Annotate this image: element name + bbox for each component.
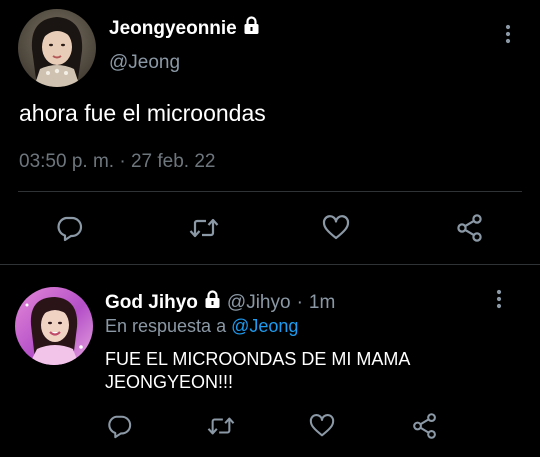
like-icon [322,215,350,240]
tweet-timestamp[interactable]: 03:50 p. m. · 27 feb. 22 [19,151,215,173]
display-name[interactable]: Jeongyeonnie [109,16,260,41]
share-button[interactable] [454,212,486,244]
reply-context-label: En respuesta a [105,316,227,336]
share-icon [413,413,436,439]
avatar[interactable] [15,287,93,365]
reply-button[interactable] [53,212,85,244]
tweet-thread: Jeongyeonnie @Jeong ahora fue el microon… [0,0,540,457]
retweet-icon [189,218,219,238]
user-handle[interactable]: @Jeong [109,52,180,74]
retweet-icon [207,417,235,435]
display-name[interactable]: God Jihyo [105,292,198,314]
reply-context: En respuesta a @Jeong [105,316,298,337]
like-button[interactable] [306,410,338,442]
reply-icon [57,216,83,242]
like-icon [309,414,335,437]
lock-icon [204,290,221,315]
reply-icon [108,415,132,439]
more-options-icon[interactable] [500,22,516,46]
reply-button[interactable] [103,410,135,442]
share-icon [457,214,482,242]
reply-header: God Jihyo @Jihyo · 1m [105,290,335,315]
retweet-button[interactable] [205,410,237,442]
lock-icon [243,16,260,41]
share-button[interactable] [409,410,441,442]
user-handle[interactable]: @Jihyo [227,292,291,314]
avatar[interactable] [18,9,96,87]
display-name-text: Jeongyeonnie [109,17,237,39]
divider [18,191,522,192]
divider [0,264,540,265]
tweet-text: FUE EL MICROONDAS DE MI MAMA JEONGYEON!!… [105,349,410,392]
separator: · [296,291,303,313]
reply-mention-link[interactable]: @Jeong [231,316,298,336]
tweet-time[interactable]: 1m [309,292,335,314]
tweet-text: ahora fue el microondas [19,100,266,126]
retweet-button[interactable] [188,212,220,244]
like-button[interactable] [320,212,352,244]
more-options-icon[interactable] [491,287,507,311]
